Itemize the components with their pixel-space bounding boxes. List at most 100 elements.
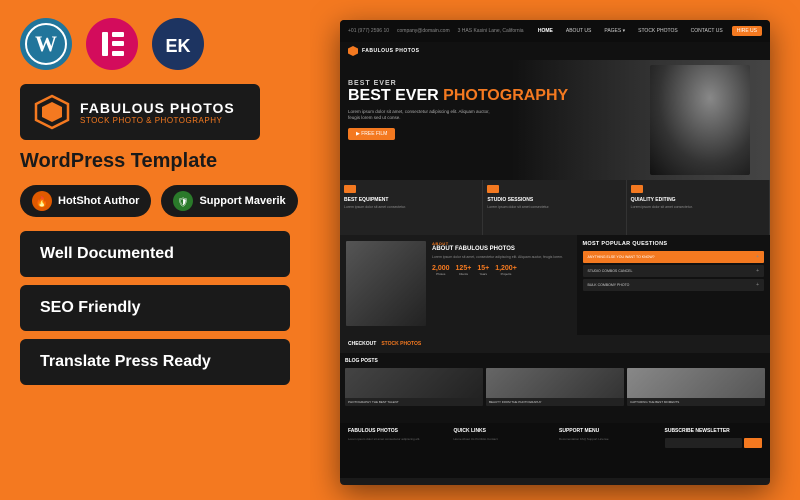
svg-text:EK: EK [165, 36, 190, 56]
about-stats: 2,000 Photos 125+ Clients 15+ Years [432, 265, 571, 276]
theme-badge: FABULOUS PHOTOS STOCK PHOTO & PHOTOGRAPH… [20, 84, 260, 140]
hero-title-line: BEST EVER PHOTOGRAPHY [348, 87, 568, 105]
feature-title-3: QUIALITY EDITING [631, 197, 765, 203]
right-panel: +01 (977) 2596 10 company@domain.com 3 H… [310, 0, 800, 500]
translate-press-btn[interactable]: Translate Press Ready [20, 339, 290, 385]
stat-projects-number: 1,200+ [495, 265, 517, 272]
stat-clients: 125+ Clients [456, 265, 472, 276]
nav-stock[interactable]: STOCK PHOTOS [634, 26, 682, 36]
preview-site: +01 (977) 2596 10 company@domain.com 3 H… [340, 20, 770, 485]
footer-col-title-2: QUICK LINKS [454, 428, 552, 434]
nav-phone: +01 (977) 2596 10 [348, 28, 389, 34]
preview-footer: FABULOUS PHOTOS Lorem ipsum dolor sit am… [340, 423, 770, 478]
preview-content-row: ABOUT ABOUT FABULOUS PHOTOS Lorem ipsum … [340, 235, 770, 335]
nav-email: company@domain.com [397, 28, 450, 34]
stat-clients-label: Clients [456, 272, 472, 276]
question-text-2: STUDIO COMBOS CANCEL [588, 269, 633, 273]
svg-text:W: W [35, 31, 57, 56]
blog-post-img-3 [627, 368, 765, 398]
well-documented-btn[interactable]: Well Documented [20, 231, 290, 277]
svg-text:🔥: 🔥 [36, 195, 48, 208]
blog-post-text-1: PHOTOGRAPHY THE BEST TALENT [345, 398, 483, 406]
theme-badge-title: FABULOUS PHOTOS [80, 100, 235, 116]
fire-icon: 🔥 [32, 191, 52, 211]
hotshot-author-badge[interactable]: 🔥 HotShot Author [20, 185, 151, 217]
hotshot-author-label: HotShot Author [58, 195, 139, 207]
hero-content: BEST EVER BEST EVER PHOTOGRAPHY Lorem ip… [348, 80, 568, 140]
support-maverik-badge[interactable]: 🛡 Support Maverik [161, 185, 297, 217]
footer-col-title-1: FABULOUS PHOTOS [348, 428, 446, 434]
question-text-1: ANYTHING ELSE YOU WANT TO KNOW? [588, 255, 655, 259]
stat-projects-label: Projects [495, 272, 517, 276]
footer-col-title-4: SUBSCRIBE NEWSLETTER [665, 428, 763, 434]
questions-title: MOST POPULAR QUESTIONS [583, 241, 765, 247]
nav-about[interactable]: ABOUT US [562, 26, 595, 36]
stat-clients-number: 125+ [456, 265, 472, 272]
stock-checkout-label: CHECKOUT [348, 341, 376, 347]
question-arrow-1: + [756, 254, 759, 260]
author-badges-row: 🔥 HotShot Author 🛡 Support Maverik [20, 185, 300, 217]
stat-photos: 2,000 Photos [432, 265, 450, 276]
footer-col-text-3: Documentation FAQ Support License [559, 437, 657, 442]
footer-col-1: FABULOUS PHOTOS Lorem ipsum dolor sit am… [348, 428, 446, 473]
nav-links: HOME ABOUT US PAGES ▾ STOCK PHOTOS CONTA… [534, 26, 762, 36]
footer-subscribe-btn[interactable] [744, 438, 762, 448]
feature-icon-3 [631, 185, 643, 193]
preview-blog: BLOG POSTS PHOTOGRAPHY THE BEST TALENT B… [340, 353, 770, 423]
blog-post-card-3[interactable]: CAPTURING THE BEST MOMENTS [627, 368, 765, 406]
hero-title-large: BEST EVER [348, 87, 443, 104]
blog-post-card-2[interactable]: BEAUTY FROM THE PHOTOGRAPHY [486, 368, 624, 406]
blog-post-card-1[interactable]: PHOTOGRAPHY THE BEST TALENT [345, 368, 483, 406]
stat-photos-label: Photos [432, 272, 450, 276]
feature-icon-1 [344, 185, 356, 193]
feature-icon-2 [487, 185, 499, 193]
question-item-1[interactable]: ANYTHING ELSE YOU WANT TO KNOW? + [583, 251, 765, 263]
nav-pages[interactable]: PAGES ▾ [600, 26, 629, 36]
header-logo-text: FABULOUS PHOTOS [362, 48, 419, 54]
photographer-silhouette [650, 65, 750, 175]
support-maverik-label: Support Maverik [199, 195, 285, 207]
nav-home[interactable]: HOME [534, 26, 557, 36]
preview-hero: BEST EVER BEST EVER PHOTOGRAPHY Lorem ip… [340, 60, 770, 180]
footer-col-4: SUBSCRIBE NEWSLETTER [665, 428, 763, 473]
nav-contact-info: +01 (977) 2596 10 company@domain.com 3 H… [348, 28, 528, 34]
hero-subtitle: BEST EVER [348, 80, 568, 87]
feature-desc-1: Lorem ipsum dolor sit amet consectetur. [344, 205, 478, 210]
stat-photos-number: 2,000 [432, 265, 450, 272]
question-text-3: BULK COMBOMY PHOTO [588, 283, 630, 287]
footer-email-input[interactable] [665, 438, 743, 448]
stat-years-number: 15+ [477, 265, 489, 272]
feature-title-1: BEST EQUIPMENT [344, 197, 478, 203]
feature-studio-sessions: STUDIO SESSIONS Lorem ipsum dolor sit am… [483, 180, 626, 235]
feature-desc-3: Lorem ipsum dolor sit amet consectetur. [631, 205, 765, 210]
nav-contact[interactable]: CONTACT US [687, 26, 727, 36]
stat-years: 15+ Years [477, 265, 489, 276]
feature-title-2: STUDIO SESSIONS [487, 197, 621, 203]
seo-friendly-btn[interactable]: SEO Friendly [20, 285, 290, 331]
question-arrow-2: + [756, 268, 759, 274]
preview-about: ABOUT ABOUT FABULOUS PHOTOS Lorem ipsum … [340, 235, 577, 335]
nav-address: 3 HAS Kasini Lane, California [458, 28, 524, 34]
stat-projects: 1,200+ Projects [495, 265, 517, 276]
footer-col-2: QUICK LINKS Home About Us Portfolio Cont… [454, 428, 552, 473]
hero-free-film-btn[interactable]: ▶ FREE FILM [348, 128, 395, 140]
preview-features-strip: BEST EQUIPMENT Lorem ipsum dolor sit ame… [340, 180, 770, 235]
theme-badge-subtitle: STOCK PHOTO & PHOTOGRAPHY [80, 116, 235, 125]
nav-hire-btn[interactable]: HIRE US [732, 26, 762, 36]
blog-section: BLOG POSTS PHOTOGRAPHY THE BEST TALENT B… [340, 353, 770, 423]
hero-description: Lorem ipsum dolor sit amet, consectetur … [348, 109, 498, 122]
theme-logo-icon [34, 94, 70, 130]
feature-desc-2: Lorem ipsum dolor sit amet consectetur. [487, 205, 621, 210]
footer-subscribe-form [665, 438, 763, 448]
preview-questions: MOST POPULAR QUESTIONS ANYTHING ELSE YOU… [577, 235, 771, 335]
question-item-2[interactable]: STUDIO COMBOS CANCEL + [583, 265, 765, 277]
wordpress-template-label: WordPress Template [20, 150, 300, 173]
feature-best-equipment: BEST EQUIPMENT Lorem ipsum dolor sit ame… [340, 180, 483, 235]
feature-quality-editing: QUIALITY EDITING Lorem ipsum dolor sit a… [627, 180, 770, 235]
preview-nav: +01 (977) 2596 10 company@domain.com 3 H… [340, 20, 770, 42]
question-item-3[interactable]: BULK COMBOMY PHOTO + [583, 279, 765, 291]
blog-post-text-3: CAPTURING THE BEST MOMENTS [627, 398, 765, 406]
footer-col-text-1: Lorem ipsum dolor sit amet consectetur a… [348, 437, 446, 442]
blog-post-img-1 [345, 368, 483, 398]
wordpress-icon: W [20, 18, 72, 70]
